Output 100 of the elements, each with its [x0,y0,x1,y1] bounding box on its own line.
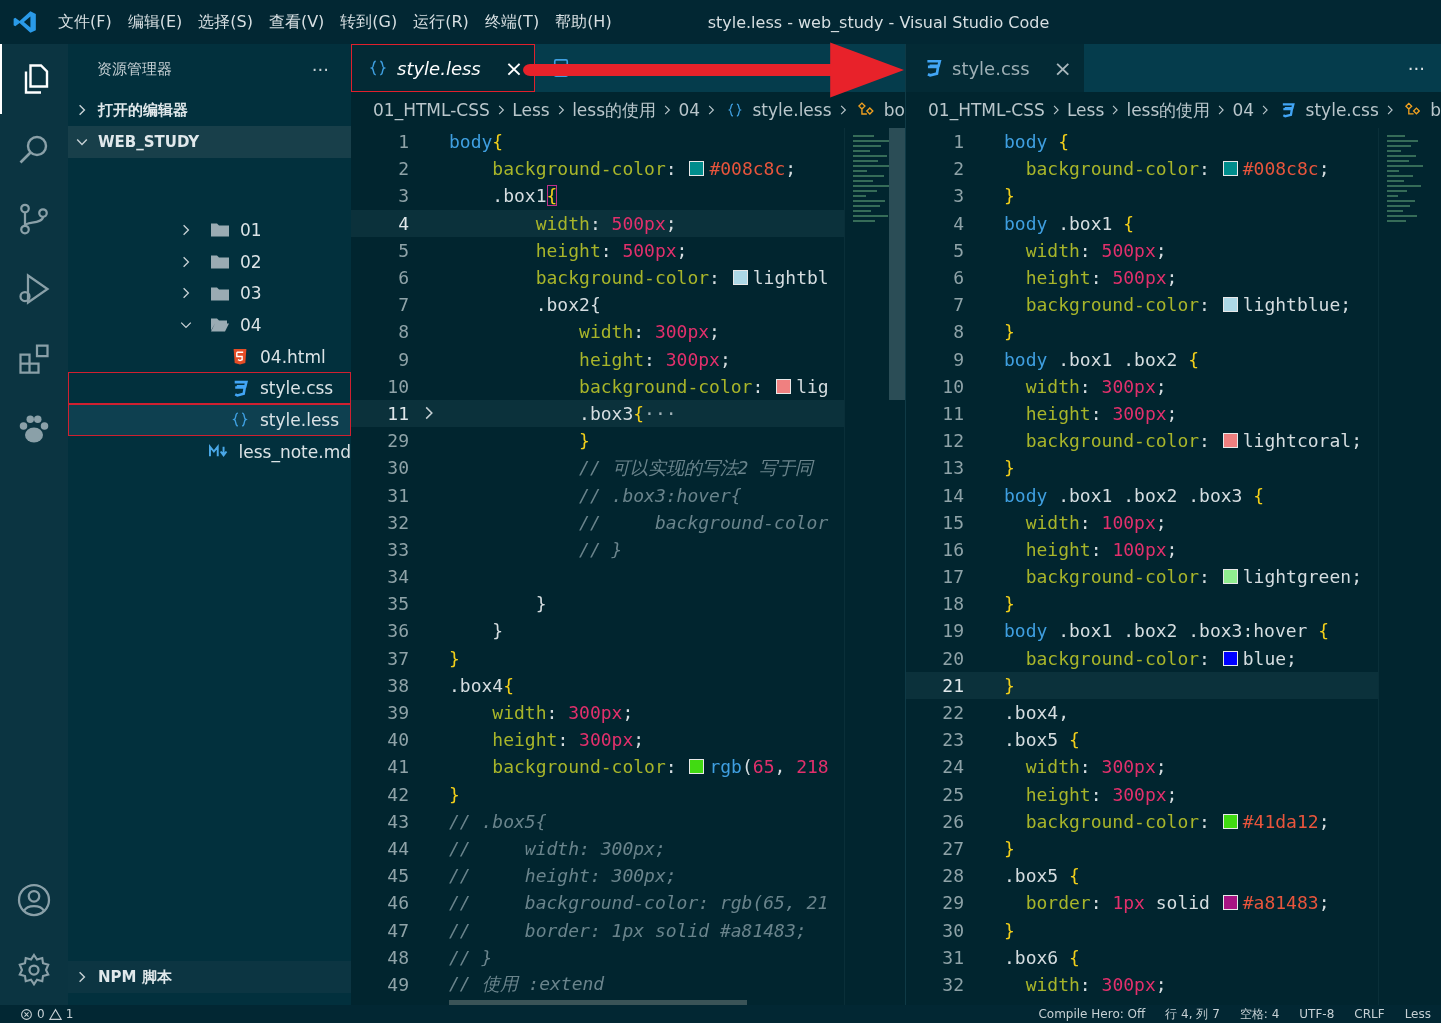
code-text: .box1{ [491,185,558,207]
code-text: // background-color: rgb(65, 21 [449,892,829,914]
editor-tab[interactable]: style.less × [351,44,536,92]
code-text: width: 500px; [534,212,677,234]
line-number: 36 [386,620,409,642]
line-number: 2 [952,158,964,180]
breadcrumb-item[interactable]: b [1430,100,1441,120]
line-number: 29 [941,892,964,914]
line-number: 29 [386,430,409,452]
line-number: 41 [386,756,409,778]
line-number: 11 [941,402,964,424]
breadcrumb-item[interactable]: 04 [678,100,701,120]
line-number: 16 [941,538,964,560]
code-text: height: 500px; [1024,267,1178,289]
code-text: width: 300px; [1024,973,1167,995]
menu-item[interactable]: 编辑(E) [127,11,183,33]
status-item[interactable]: UTF-8 [1299,1007,1335,1021]
code-text: } [1004,674,1015,696]
section-header[interactable]: NPM 脚本 [68,961,351,993]
status-item[interactable]: Compile Hero: Off [1038,1007,1146,1021]
code-text: body { [1004,131,1070,153]
line-number: 31 [941,946,964,968]
line-number: 44 [386,837,409,859]
warning-count: 1 [65,1007,74,1021]
status-item[interactable]: 空格: 4 [1239,1005,1280,1023]
breadcrumb-item[interactable]: 01_HTML-CSS [928,100,1045,120]
line-number: 37 [386,647,409,669]
code-text: } [1004,837,1015,859]
menu-item[interactable]: 选择(S) [198,11,253,33]
code-text: } [578,430,590,452]
status-item[interactable]: Less [1404,1007,1431,1021]
line-number: 5 [397,239,409,261]
line-number: 45 [386,865,409,887]
tree-item[interactable]: 04 [68,309,351,341]
code-text: width: 500px; [1024,239,1167,261]
code-text: height: 500px; [534,239,688,261]
code-text: // } [449,946,493,968]
code-text: width: 300px; [1024,375,1167,397]
line-number: 42 [386,783,409,805]
code-text: background-color: rgb(65, 218 [491,756,829,778]
breadcrumb-item[interactable]: Less [512,100,550,120]
menu-item[interactable]: 转到(G) [340,11,398,33]
section-header[interactable]: 打开的编辑器 [68,94,351,126]
line-number: 9 [952,348,964,370]
menu-item[interactable]: 终端(T) [484,11,540,33]
tree-item[interactable]: 04.html [68,340,351,373]
breadcrumb-item[interactable]: Less [1066,100,1105,120]
menu-item[interactable]: 查看(V) [268,11,325,33]
tree-item[interactable]: style.css [68,372,351,405]
status-item[interactable]: CRLF [1354,1007,1385,1021]
line-number: 18 [941,593,964,615]
line-number: 6 [397,267,409,289]
code-text: background-color: lightbl [534,267,829,289]
code-text: .box2{ [534,294,601,316]
code-text: .box6 { [1004,946,1080,968]
breadcrumb-item[interactable]: less的使用 [572,98,657,122]
code-text: width: 300px; [491,702,634,724]
line-number: 13 [941,457,964,479]
line-number: 4 [397,212,409,234]
code-text: .box5 { [1004,729,1080,751]
line-number: 38 [386,674,409,696]
line-number: 17 [941,566,964,588]
more-button[interactable]: ··· [311,58,329,80]
problems-status[interactable]: 0 1 [20,1007,74,1021]
line-number: 33 [386,538,409,560]
breadcrumb-item[interactable]: 04 [1232,100,1255,120]
more-button[interactable]: ··· [1407,57,1425,79]
tree-item[interactable]: style.less [68,404,351,436]
close-button[interactable]: × [504,55,524,81]
breadcrumb-item[interactable]: less的使用 [1126,98,1211,122]
breadcrumb-item[interactable]: style.css [1305,100,1379,120]
line-number: 28 [941,865,964,887]
code-text: } [1004,321,1015,343]
menu-item[interactable]: 帮助(H) [555,11,612,33]
error-count: 0 [37,1007,45,1021]
breadcrumb-item[interactable]: bo [883,100,905,120]
line-number: 49 [386,973,409,995]
menu-item[interactable]: 文件(F) [58,11,112,33]
editor-tab[interactable]: style.css × [906,44,1084,92]
code-text: background-color: lig [578,375,829,397]
line-number: 8 [397,321,409,343]
section-header[interactable]: WEB_STUDY [68,126,351,158]
line-number: 22 [941,702,964,724]
tree-item[interactable]: 02 [68,245,351,278]
line-number: 43 [386,810,409,832]
status-item[interactable]: 行 4, 列 7 [1165,1005,1220,1023]
tree-item[interactable]: 03 [68,277,351,310]
tree-item[interactable]: 01 [68,214,351,246]
close-button[interactable]: × [1053,55,1072,81]
menu-item[interactable]: 运行(R) [413,11,469,33]
code-text: body .box1 { [1004,212,1135,234]
code-text: // 可以实现的写法2 写于同 [578,455,814,480]
code-text: } [534,593,547,615]
breadcrumb-item[interactable]: 01_HTML-CSS [373,100,490,120]
code-text: body .box1 .box2 .box3:hover { [1004,620,1330,642]
code-text: body .box1 .box2 .box3 { [1004,484,1265,506]
code-text: // width: 300px; [449,837,666,859]
tree-item[interactable]: less_note.md [68,435,351,468]
code-text: background-color: lightblue; [1024,294,1352,316]
breadcrumb-item[interactable]: style.less [752,100,832,120]
